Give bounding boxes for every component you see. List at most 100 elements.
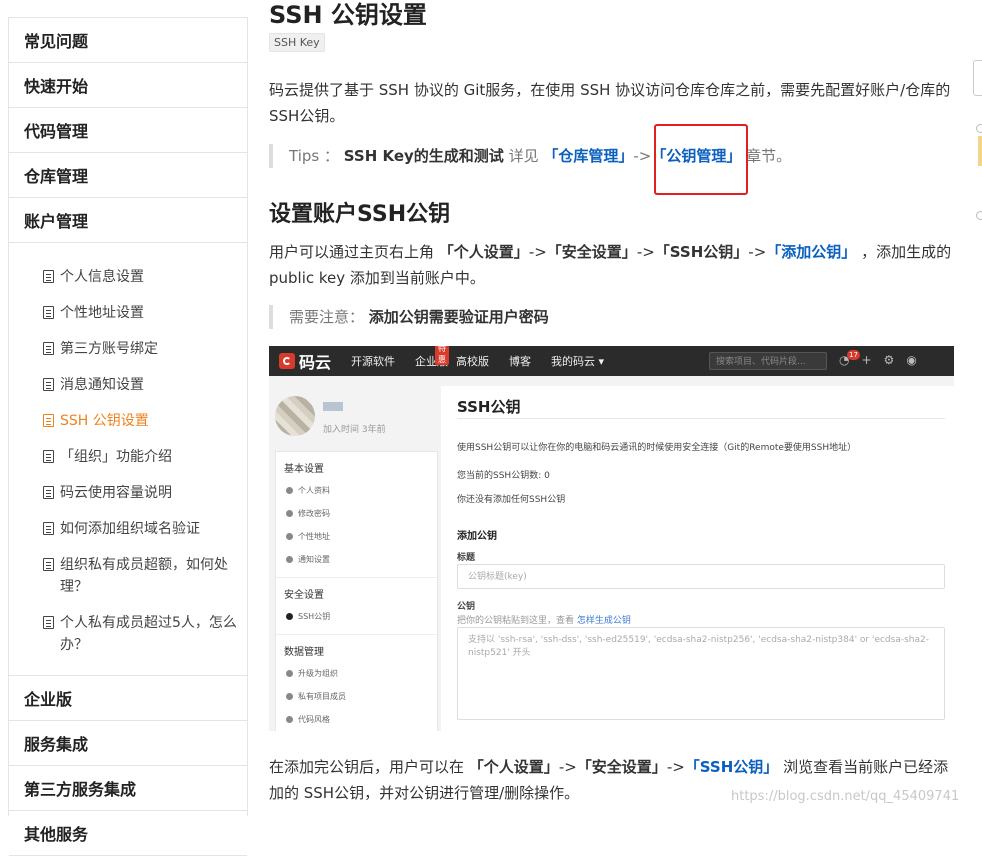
nav-enterprise[interactable]: 企业版 特惠 <box>415 346 450 369</box>
link-repo-management[interactable]: 「仓库管理」 <box>543 147 633 165</box>
radio-icon <box>976 124 982 133</box>
sidebar-item-label: 如何添加组织域名验证 <box>60 521 200 537</box>
gear-icon[interactable]: ⚙ <box>884 353 895 367</box>
sidebar-section-other[interactable]: 其他服务 <box>9 811 247 856</box>
watermark: https://blog.csdn.net/qq_45409741 <box>731 789 960 804</box>
menu-item-label: 通知设置 <box>298 555 330 564</box>
note-bold: 添加公钥需要验证用户密码 <box>368 308 549 326</box>
menu-item[interactable]: 通知设置 <box>276 548 437 571</box>
nav-opensource[interactable]: 开源软件 <box>351 353 395 369</box>
sidebar-item-label: SSH 公钥设置 <box>60 413 149 429</box>
step-personal-settings: 「个人设置」 <box>438 243 529 261</box>
document-icon <box>43 378 54 391</box>
menu-item-label: 代码风格 <box>298 715 330 724</box>
code-style-icon <box>286 716 293 723</box>
step-arrow: -> <box>528 243 547 261</box>
sidebar-section-integration[interactable]: 服务集成 <box>9 721 247 766</box>
sidebar-item-label: 码云使用容量说明 <box>60 485 172 501</box>
step-security-settings: 「安全设置」 <box>546 243 637 261</box>
tips-prefix: Tips ： <box>289 147 339 165</box>
sidebar-section-code[interactable]: 代码管理 <box>9 108 247 153</box>
sidebar-item[interactable]: 组织私有成员超额，如何处理？ <box>9 547 247 605</box>
sidebar-section-account[interactable]: 账户管理 <box>9 198 247 243</box>
nav-icons: ◔ + ⚙ ◉ <box>839 353 917 367</box>
menu-item-label: 个性地址 <box>298 532 330 541</box>
bell-icon[interactable]: ◔ <box>839 353 849 367</box>
menu-item-label: SSH公钥 <box>298 612 331 621</box>
step-add-key[interactable]: 「添加公钥」 <box>766 243 856 261</box>
side-accent-bar <box>978 136 982 166</box>
step-arrow: -> <box>636 243 655 261</box>
note-prefix: 需要注意： <box>289 308 365 326</box>
nav-blog[interactable]: 博客 <box>509 353 531 369</box>
gitee-navbar: 码云 开源软件 企业版 特惠 高校版 博客 我的码云 ▾ 搜索项目、代码片段...… <box>269 346 954 376</box>
menu-item-label: 私有项目成员 <box>298 692 346 701</box>
tag-badge[interactable]: SSH Key <box>269 33 325 52</box>
menu-item-label: 修改密码 <box>298 509 330 518</box>
menu-item-ssh[interactable]: SSH公钥 <box>276 605 437 628</box>
ssh-key-panel: SSH公钥 使用SSH公钥可以让你在你的电脑和码云通讯的时候使用安全连接（Git… <box>441 386 954 731</box>
sidebar-item[interactable]: 如何添加组织域名验证 <box>9 511 247 547</box>
menu-item[interactable]: 修改密码 <box>276 502 437 525</box>
plus-icon[interactable]: + <box>861 353 871 367</box>
section-heading: 设置账户SSH公钥 <box>269 202 451 227</box>
document-icon <box>43 270 54 283</box>
after-security-settings: 「安全设置」 <box>576 758 667 776</box>
menu-group-basic: 基本设置 <box>284 464 324 475</box>
add-key-heading: 添加公钥 <box>457 531 497 542</box>
sidebar-item[interactable]: 「组织」功能介绍 <box>9 439 247 475</box>
sidebar-item[interactable]: 码云使用容量说明 <box>9 475 247 511</box>
group-icon <box>286 670 293 677</box>
avatar-menu-icon[interactable]: ◉ <box>906 353 916 367</box>
menu-item[interactable]: 个人资料 <box>276 479 437 502</box>
after-arrow: -> <box>558 758 577 776</box>
menu-item[interactable]: 升级为组织 <box>276 662 437 685</box>
sidebar-item-label: 组织私有成员超额，如何处理？ <box>60 557 228 595</box>
document-icon <box>43 414 54 427</box>
sidebar-section-quickstart[interactable]: 快速开始 <box>9 63 247 108</box>
sidebar-section-repo[interactable]: 仓库管理 <box>9 153 247 198</box>
sidebar-item-label: 「组织」功能介绍 <box>60 449 172 465</box>
sidebar-section-faq[interactable]: 常见问题 <box>9 18 247 63</box>
sidebar-item[interactable]: 个性地址设置 <box>9 295 247 331</box>
sidebar-item[interactable]: 个人私有成员超过5人，怎么办？ <box>9 605 247 663</box>
after-ssh-key[interactable]: 「SSH公钥」 <box>685 758 779 776</box>
nav-my-gitee[interactable]: 我的码云 ▾ <box>551 353 604 369</box>
sidebar-item-active[interactable]: SSH 公钥设置 <box>9 403 247 439</box>
globe-icon <box>286 533 293 540</box>
tips-bold: SSH Key的生成和测试 <box>343 147 504 165</box>
volume-icon <box>286 556 293 563</box>
key-hint-text: 把你的公钥粘贴到这里，查看 <box>457 616 575 626</box>
user-icon <box>286 487 293 494</box>
avatar[interactable] <box>275 396 315 436</box>
how-to-generate-link[interactable]: 怎样生成公钥 <box>577 616 631 626</box>
panel-description: 使用SSH公钥可以让你在你的电脑和码云通讯的时候使用安全连接（Git的Remot… <box>457 443 857 453</box>
floating-panel-edge <box>973 60 982 96</box>
gitee-logo[interactable]: 码云 <box>279 349 331 373</box>
page-title: SSH 公钥设置 <box>269 1 427 29</box>
menu-item[interactable]: 私有项目成员 <box>276 685 437 708</box>
key-count: 您当前的SSH公钥数: 0 <box>457 471 550 481</box>
tips-suffix: 章节。 <box>746 147 792 165</box>
no-keys-text: 你还没有添加任何SSH公钥 <box>457 495 566 505</box>
key-icon <box>286 613 293 620</box>
menu-group-data: 数据管理 <box>284 647 324 658</box>
sidebar-item-label: 个性地址设置 <box>60 305 144 321</box>
menu-item[interactable]: 个性地址 <box>276 525 437 548</box>
after-prefix: 在添加完公钥后，用户可以在 <box>269 758 465 776</box>
document-icon <box>43 522 54 535</box>
nav-search-input[interactable]: 搜索项目、代码片段... <box>709 352 827 370</box>
tips-arrow: -> <box>633 147 652 165</box>
key-title-input[interactable]: 公钥标题(key) <box>457 564 945 589</box>
menu-item-label: 个人资料 <box>298 486 330 495</box>
sidebar-item[interactable]: 消息通知设置 <box>9 367 247 403</box>
sidebar-section-enterprise[interactable]: 企业版 <box>9 676 247 721</box>
menu-item[interactable]: 代码风格 <box>276 708 437 731</box>
document-icon <box>43 616 54 629</box>
public-key-textarea[interactable]: 支持以 'ssh-rsa', 'ssh-dss', 'ssh-ed25519',… <box>457 627 945 720</box>
sidebar-item[interactable]: 个人信息设置 <box>9 259 247 295</box>
sidebar-item[interactable]: 第三方账号绑定 <box>9 331 247 367</box>
sidebar-section-thirdparty[interactable]: 第三方服务集成 <box>9 766 247 811</box>
nav-education[interactable]: 高校版 <box>456 353 489 369</box>
account-subitems: 个人信息设置 个性地址设置 第三方账号绑定 消息通知设置 SSH 公钥设置 「组… <box>9 243 247 676</box>
